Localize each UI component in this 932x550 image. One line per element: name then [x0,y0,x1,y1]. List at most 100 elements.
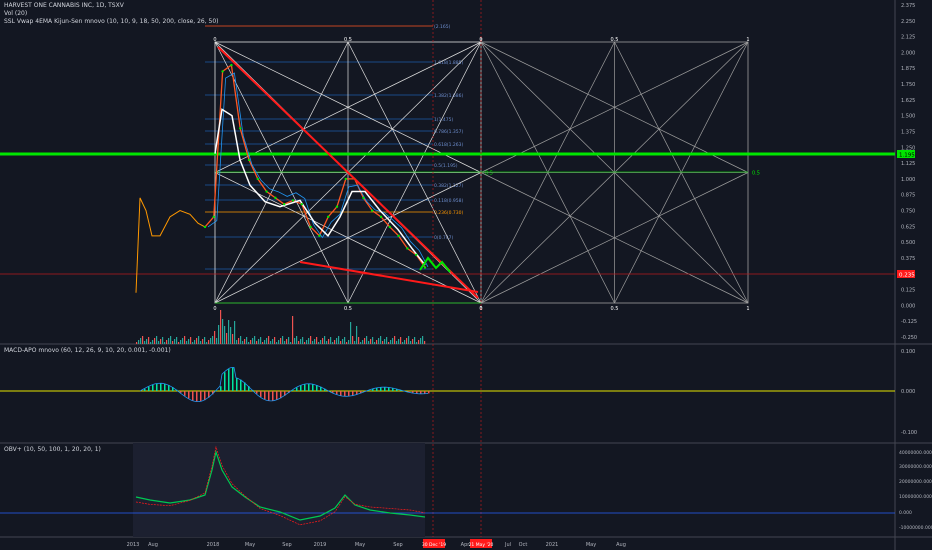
macd-legend[interactable]: MACD-APO mnovo (60, 12, 26, 9, 10, 20, 0… [4,347,171,355]
fib-label-8: 0.236(0.730) [434,210,464,216]
volume-bar-84 [304,342,306,344]
volume-bar-113 [362,340,364,344]
volume-bar-114 [364,338,366,344]
price-tick-2: 2.125 [901,35,915,41]
volume-bar-40 [216,338,218,344]
volume-bar-117 [370,339,372,344]
volume-bar-88 [312,341,314,344]
gann-box-1-label-tl: 0 [213,37,216,43]
volume-bar-105 [346,342,348,344]
volume-bar-68 [272,339,274,344]
macd-tick-2: -0.100 [901,430,917,436]
time-tick-12: May [586,542,596,548]
volume-bar-134 [404,340,406,344]
volume-bar-139 [414,337,416,344]
macd-series [139,367,430,403]
price-point-12 [309,225,312,229]
volume-bar-143 [422,336,424,344]
volume-bar-144 [424,341,426,344]
ssl-indicator-label[interactable]: SSL Vwap 4EMA Kijun-Sen mnovo (10, 10, 9… [4,18,219,26]
price-tick-18: 0.125 [901,288,915,294]
volume-bar-98 [332,342,334,344]
time-tick-13: Aug [616,542,626,548]
price-tick-12: 0.875 [901,193,915,199]
volume-bar-104 [344,337,346,344]
fib-label-4: 0.786(1.357) [434,129,464,135]
volume-bar-61 [258,339,260,344]
volume-bar-13 [162,337,164,344]
macd-hist-28 [196,391,198,402]
volume-bar-20 [176,337,178,344]
price-tick-7: 1.500 [901,114,915,120]
volume-bar-103 [342,339,344,344]
macd-hist-120 [380,387,382,391]
gann-box-2-label-mid: 0.5 [752,171,760,177]
volume-bar-123 [382,341,384,344]
macd-hist-106 [352,391,354,396]
price-point-4 [239,127,242,130]
volume-bar-57 [250,340,252,344]
volume-bar-118 [372,337,374,344]
volume-bar-34 [204,337,206,344]
price-point-2 [221,70,224,73]
macd-line [139,367,429,403]
volume-bar-47 [230,327,232,344]
macd-hist-22 [184,391,186,396]
volume-bar-53 [242,341,244,344]
price-point-11 [300,203,303,206]
volume-bar-100 [336,338,338,344]
macd-hist-140 [420,391,422,394]
price-point-19 [371,209,374,212]
macd-hist-10 [160,383,162,391]
volume-bar-82 [300,339,302,344]
volume-bar-21 [178,342,180,344]
volume-bar-51 [238,338,240,344]
volume-bar-33 [202,339,204,344]
volume-bar-29 [194,340,196,344]
volume-bar-126 [388,342,390,344]
symbol-title[interactable]: HARVEST ONE CANNABIS INC, 1D, TSXV [4,2,219,10]
price-point-8 [274,196,277,200]
time-axis: 2013 Aug 2018 May Sep 2019 May Sep Apr Jul Oct 2021… [127,539,626,548]
volume-bar-138 [412,339,414,344]
volume-bar-19 [174,339,176,344]
price-tick-14: 0.625 [901,224,915,230]
time-tick-3: May [245,542,255,548]
obv-legend[interactable]: OBV+ (10, 50, 100, 1, 20, 20, 1) [4,446,101,454]
price-tick-4: 1.875 [901,66,915,72]
price-tick-13: 0.750 [901,209,915,215]
volume-bar-5 [146,339,148,344]
volume-bar-52 [240,336,242,344]
obv-range-shading [133,443,425,537]
macd-indicator-label[interactable]: MACD-APO mnovo (60, 12, 26, 9, 10, 20, 0… [4,347,171,355]
volume-bar-10 [156,336,158,344]
current-price-text: 0.235 [899,273,915,279]
macd-hist-46 [232,367,234,391]
volume-indicator-label[interactable]: Vol (20) [4,10,219,18]
fib-label-2: 1.382(1.686) [434,93,464,99]
chart-canvas: (2.165)1.618(1.885)1.382(1.686)1(1.475)0… [0,0,932,550]
volume-bar-31 [198,336,200,344]
volume-bar-79 [294,338,296,344]
volume-bar-23 [182,338,184,344]
price-point-20 [379,215,383,219]
volume-bar-89 [314,339,316,344]
obv-indicator-label[interactable]: OBV+ (10, 50, 100, 1, 20, 20, 1) [4,446,101,454]
volume-bar-16 [168,338,170,344]
volume-bar-35 [206,342,208,344]
volume-bar-3 [142,336,144,344]
time-tick-4: Sep [282,542,291,548]
volume-bar-130 [396,341,398,344]
macd-hist-4 [148,386,150,391]
macd-hist-40 [220,386,222,391]
volume-bar-1 [138,340,140,344]
volume-bar-109 [354,341,356,344]
volume-bar-137 [410,341,412,344]
volume-bar-112 [360,342,362,344]
volume-bar-27 [190,337,192,344]
volume-bar-55 [246,337,248,344]
price-point-23 [406,247,409,250]
price-point-7 [265,190,268,193]
price-point-6 [256,177,259,181]
macd-hist-68 [276,391,278,401]
